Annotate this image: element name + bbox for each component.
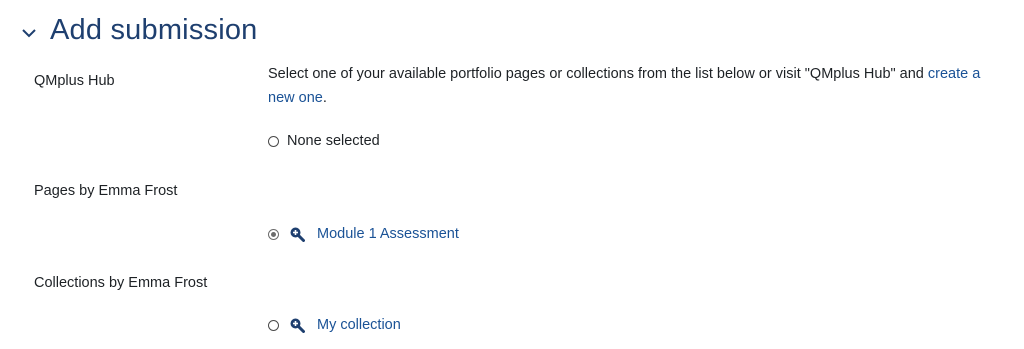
- zoom-in-icon[interactable]: [289, 317, 305, 333]
- zoom-in-icon[interactable]: [289, 226, 305, 242]
- none-selected-radio[interactable]: [268, 135, 279, 147]
- hub-description: Select one of your available portfolio p…: [268, 62, 1008, 110]
- none-selected-label: None selected: [287, 133, 380, 149]
- none-selected-option[interactable]: None selected: [268, 133, 380, 149]
- hub-description-text: Select one of your available portfolio p…: [268, 66, 928, 82]
- page-option-module-1[interactable]: Module 1 Assessment: [268, 226, 459, 242]
- my-collection-radio[interactable]: [268, 319, 279, 331]
- section-title: Add submission: [50, 14, 258, 46]
- qmplus-hub-label: QMplus Hub: [34, 73, 115, 89]
- pages-label: Pages by Emma Frost: [34, 183, 178, 199]
- chevron-down-icon: [22, 28, 36, 37]
- collection-option-my-collection[interactable]: My collection: [268, 317, 401, 333]
- add-submission-header[interactable]: Add submission: [18, 14, 258, 47]
- module-1-radio[interactable]: [268, 228, 279, 240]
- hub-description-suffix: .: [322, 90, 327, 106]
- my-collection-link[interactable]: My collection: [317, 317, 401, 333]
- collections-label: Collections by Emma Frost: [34, 275, 208, 291]
- module-1-assessment-link[interactable]: Module 1 Assessment: [317, 226, 459, 242]
